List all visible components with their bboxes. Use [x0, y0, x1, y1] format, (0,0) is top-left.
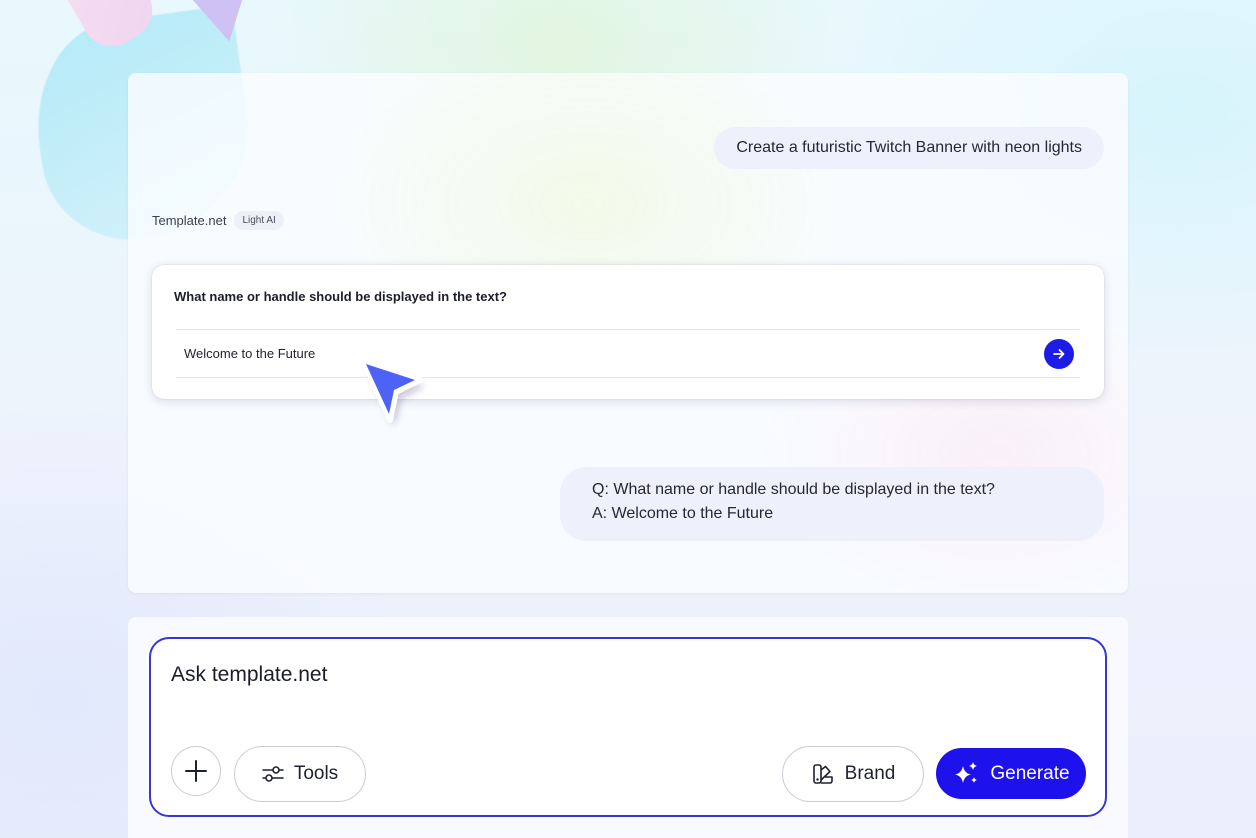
- assistant-badge: Light AI: [234, 211, 284, 230]
- answer-field[interactable]: Welcome to the Future: [176, 329, 1080, 378]
- generate-label: Generate: [990, 762, 1070, 784]
- qa-summary-bubble: Q: What name or handle should be display…: [560, 467, 1104, 541]
- question-card: What name or handle should be displayed …: [152, 265, 1104, 399]
- tools-button[interactable]: Tools: [234, 746, 366, 802]
- answer-text[interactable]: Welcome to the Future: [184, 346, 1044, 361]
- prompt-input[interactable]: [171, 663, 1071, 687]
- palette-swatch-icon: [811, 762, 835, 786]
- assistant-header: Template.net Light AI: [152, 211, 284, 230]
- user-message-text: Create a futuristic Twitch Banner with n…: [736, 139, 1082, 156]
- arrow-right-icon: [1053, 348, 1065, 359]
- chat-panel: Create a futuristic Twitch Banner with n…: [128, 73, 1128, 593]
- user-message-bubble: Create a futuristic Twitch Banner with n…: [714, 127, 1104, 169]
- sliders-icon: [262, 765, 284, 783]
- send-answer-button[interactable]: [1044, 338, 1074, 369]
- tools-label: Tools: [293, 763, 339, 784]
- generate-button[interactable]: Generate: [936, 748, 1086, 799]
- prompt-box: Tools Brand Generate: [149, 637, 1107, 817]
- composer-panel: Tools Brand Generate: [128, 617, 1128, 838]
- add-attachment-button[interactable]: [171, 746, 221, 796]
- qa-answer-line: A: Welcome to the Future: [592, 505, 774, 522]
- assistant-name: Template.net: [152, 213, 227, 228]
- decorative-violet-triangle: [191, 0, 257, 48]
- qa-question-line: Q: What name or handle should be display…: [592, 481, 995, 498]
- question-text: What name or handle should be displayed …: [174, 289, 507, 304]
- decorative-pink-shape: [64, 0, 164, 58]
- brand-button[interactable]: Brand: [782, 746, 924, 802]
- plus-icon: [185, 760, 207, 782]
- sparkles-icon: [952, 761, 980, 787]
- brand-label: Brand: [844, 763, 896, 784]
